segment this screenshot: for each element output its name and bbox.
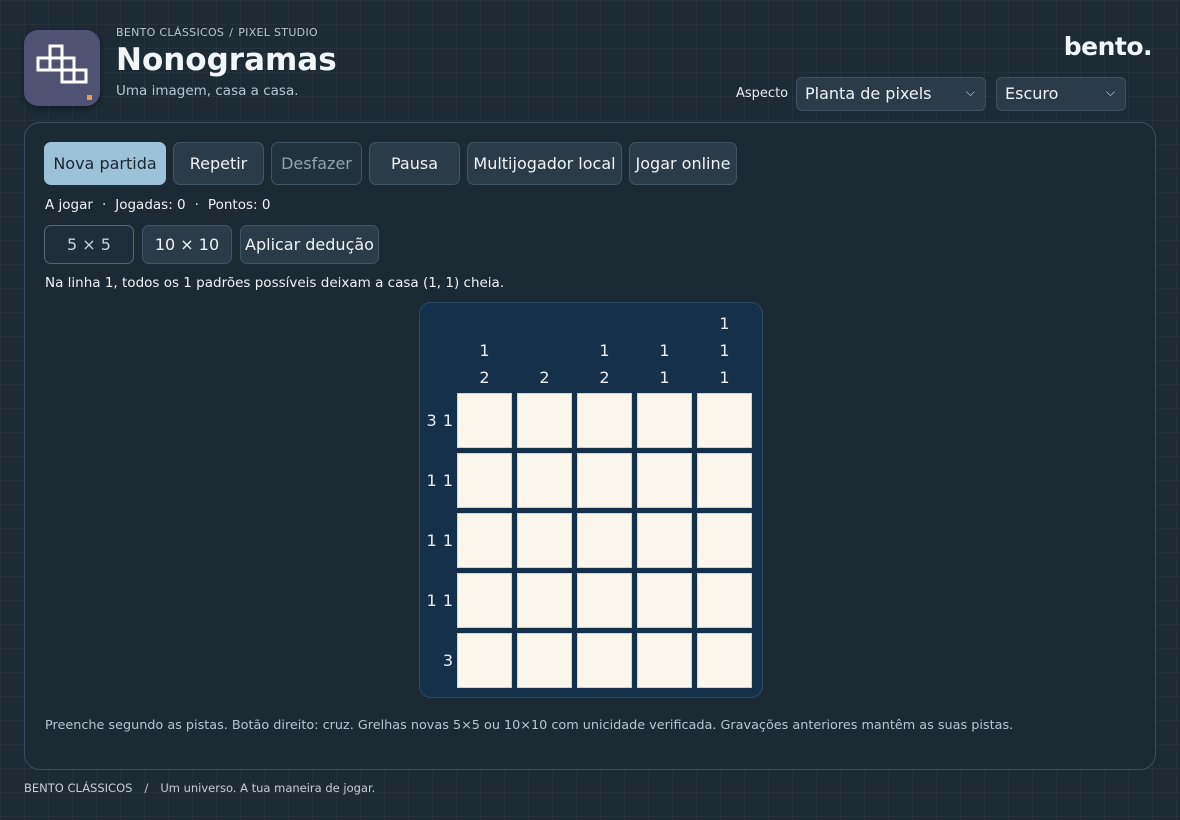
grid-cell[interactable] bbox=[697, 393, 752, 448]
theme-select[interactable]: Escuro ⌵ bbox=[996, 77, 1126, 111]
footer-separator: / bbox=[144, 781, 149, 795]
column-clue-number: 1 bbox=[659, 341, 670, 360]
grid-cell[interactable] bbox=[577, 393, 632, 448]
row-clue: 1 1 bbox=[426, 591, 453, 610]
page-footer: BENTO CLÁSSICOS / Um universo. A tua manei… bbox=[24, 781, 375, 795]
grid-cell[interactable] bbox=[457, 453, 512, 508]
status-moves: Jogadas: 0 bbox=[115, 197, 186, 213]
column-clue: 12 bbox=[457, 311, 512, 391]
repeat-button[interactable]: Repetir bbox=[173, 142, 264, 185]
chevron-down-icon: ⌵ bbox=[965, 85, 975, 99]
column-clue-number: 1 bbox=[719, 341, 730, 360]
grid-cell[interactable] bbox=[517, 513, 572, 568]
column-clue-number: 2 bbox=[599, 368, 610, 387]
grid-cell[interactable] bbox=[577, 573, 632, 628]
grid-cell[interactable] bbox=[577, 513, 632, 568]
grid-cell[interactable] bbox=[517, 393, 572, 448]
grid-cell[interactable] bbox=[697, 573, 752, 628]
footer-tagline: Um universo. A tua maneira de jogar. bbox=[160, 781, 376, 795]
undo-button[interactable]: Desfazer bbox=[271, 142, 362, 185]
page-title: Nonogramas bbox=[116, 42, 337, 78]
column-clue-number: 1 bbox=[599, 341, 610, 360]
column-clue-number: 1 bbox=[479, 341, 490, 360]
grid-cell[interactable] bbox=[577, 633, 632, 688]
grid-cell[interactable] bbox=[457, 573, 512, 628]
app-header: BENTO CLÁSSICOS / PIXEL STUDIO Nonogramas … bbox=[24, 22, 1156, 112]
grid-cell[interactable] bbox=[697, 633, 752, 688]
grid-cell[interactable] bbox=[517, 633, 572, 688]
column-clue-number: 2 bbox=[479, 368, 490, 387]
grid-cell[interactable] bbox=[637, 573, 692, 628]
game-status: A jogar · Jogadas: 0 · Pontos: 0 bbox=[45, 197, 270, 213]
game-panel: Nova partida Repetir Desfazer Pausa Mult… bbox=[24, 122, 1156, 770]
nonogram-board: 12212111113 11 11 11 13 bbox=[419, 302, 763, 698]
aspect-select[interactable]: Planta de pixels ⌵ bbox=[796, 77, 986, 111]
row-clue: 1 1 bbox=[426, 531, 453, 550]
page-subtitle: Uma imagem, casa a casa. bbox=[116, 83, 299, 99]
status-points: Pontos: 0 bbox=[207, 197, 271, 213]
column-clue-number: 1 bbox=[719, 314, 730, 333]
chevron-down-icon: ⌵ bbox=[1105, 85, 1115, 99]
footer-brand[interactable]: BENTO CLÁSSICOS bbox=[24, 781, 132, 795]
grid-cell[interactable] bbox=[637, 513, 692, 568]
status-state: A jogar bbox=[45, 197, 93, 213]
aspect-label: Aspecto bbox=[736, 86, 789, 101]
grid-cell[interactable] bbox=[637, 633, 692, 688]
grid-cell[interactable] bbox=[517, 453, 572, 508]
status-separator: · bbox=[101, 197, 107, 213]
row-clue: 3 1 bbox=[426, 411, 453, 430]
apply-deduction-button[interactable]: Aplicar dedução bbox=[240, 225, 379, 264]
size-5x5-button[interactable]: 5 × 5 bbox=[44, 225, 134, 264]
breadcrumb-separator: / bbox=[229, 26, 234, 39]
grid-cell[interactable] bbox=[457, 633, 512, 688]
theme-select-value: Escuro bbox=[1005, 84, 1059, 103]
aspect-select-value: Planta de pixels bbox=[805, 84, 932, 103]
grid-cell[interactable] bbox=[697, 453, 752, 508]
instructions-note: Preenche segundo as pistas. Botão direit… bbox=[45, 718, 1014, 733]
logo-accent-dot bbox=[87, 95, 92, 100]
grid-cell[interactable] bbox=[517, 573, 572, 628]
column-clue: 1 1 1 bbox=[697, 311, 752, 391]
grid-cell[interactable] bbox=[637, 453, 692, 508]
status-separator: · bbox=[194, 197, 199, 213]
new-game-button[interactable]: Nova partida bbox=[44, 142, 166, 185]
column-clue-number: 1 bbox=[719, 368, 730, 387]
column-clue: 12 bbox=[577, 311, 632, 391]
pause-button[interactable]: Pausa bbox=[369, 142, 460, 185]
grid-cell[interactable] bbox=[457, 513, 512, 568]
grid-cell[interactable] bbox=[697, 513, 752, 568]
grid-cell[interactable] bbox=[457, 393, 512, 448]
column-clue-number: 2 bbox=[539, 368, 550, 387]
breadcrumb: BENTO CLÁSSICOS / PIXEL STUDIO bbox=[116, 26, 318, 39]
grid-cell[interactable] bbox=[577, 453, 632, 508]
column-clue-number: 1 bbox=[659, 368, 670, 387]
size-10x10-button[interactable]: 10 × 10 bbox=[142, 225, 232, 264]
row-clue: 1 1 bbox=[426, 471, 453, 490]
breadcrumb-item[interactable]: BENTO CLÁSSICOS bbox=[116, 26, 224, 39]
local-multiplayer-button[interactable]: Multijogador local bbox=[467, 142, 622, 185]
column-clue: 2 bbox=[517, 311, 572, 391]
deduction-hint: Na linha 1, todos os 1 padrões possíveis… bbox=[45, 275, 505, 291]
app-logo-icon bbox=[24, 30, 100, 106]
pixel-blocks-icon bbox=[36, 44, 88, 84]
row-clue: 3 bbox=[442, 651, 453, 670]
brand-wordmark[interactable]: bento. bbox=[1064, 32, 1153, 61]
grid-cell[interactable] bbox=[637, 393, 692, 448]
column-clue: 11 bbox=[637, 311, 692, 391]
play-online-button[interactable]: Jogar online bbox=[629, 142, 737, 185]
breadcrumb-item: PIXEL STUDIO bbox=[238, 26, 318, 39]
